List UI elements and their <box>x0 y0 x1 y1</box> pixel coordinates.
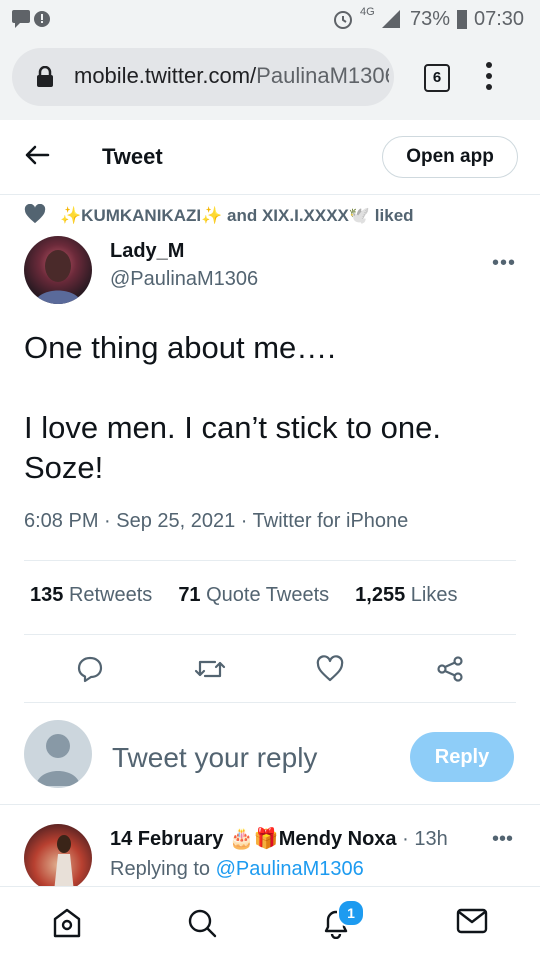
liker-1[interactable]: ✨KUMKANIKAZI✨ <box>60 206 222 225</box>
divider <box>0 804 540 805</box>
back-arrow-icon[interactable] <box>24 144 50 171</box>
search-icon[interactable] <box>186 907 218 944</box>
retweet-icon[interactable] <box>194 655 226 688</box>
reply-time: · 13h <box>402 828 448 850</box>
liked-label: liked <box>374 205 414 225</box>
url-path: PaulinaM1306 <box>256 63 389 88</box>
divider <box>24 560 516 561</box>
status-bar: 4G 73% 07:30 <box>0 0 540 38</box>
tweet-header: Tweet Open app <box>0 120 540 195</box>
more-options-icon[interactable]: ••• <box>492 252 516 275</box>
messages-icon[interactable] <box>456 907 488 940</box>
quotes-stat[interactable]: 71 Quote Tweets <box>178 584 329 606</box>
battery-percent: 73% <box>410 8 451 30</box>
replying-to: Replying to @PaulinaM1306 <box>110 858 364 881</box>
reply-author[interactable]: 14 February 🎂🎁Mendy Noxa · 13h <box>110 826 448 851</box>
lock-icon <box>36 65 54 93</box>
liked-and: and <box>227 205 258 225</box>
reply-input[interactable]: Tweet your reply <box>112 742 317 774</box>
browser-menu-icon[interactable] <box>486 62 494 95</box>
heart-icon <box>24 203 46 229</box>
url-host: mobile.twitter.com/ <box>74 63 257 88</box>
tweet-timestamp[interactable]: 6:08 PM · Sep 25, 2021 · Twitter for iPh… <box>24 510 408 533</box>
social-context: ✨KUMKANIKAZI✨ and XIX.I.XXXX🕊️ liked <box>24 203 414 230</box>
replying-handle[interactable]: @PaulinaM1306 <box>216 858 364 880</box>
tab-switcher-button[interactable]: 6 <box>424 64 450 92</box>
author-handle[interactable]: @PaulinaM1306 <box>110 268 258 291</box>
tweet-text-line-2: I love men. I can’t stick to one. Soze! <box>24 410 441 485</box>
reply-author-avatar[interactable] <box>24 824 92 892</box>
share-icon[interactable] <box>436 655 464 688</box>
signal-icon <box>380 8 402 36</box>
author-name[interactable]: Lady_M <box>110 240 184 263</box>
like-icon[interactable] <box>316 655 344 688</box>
bottom-navigation: 1 <box>0 886 540 961</box>
battery-icon <box>456 8 468 36</box>
reply-button[interactable]: Reply <box>410 732 514 782</box>
divider <box>24 634 516 635</box>
url-text: mobile.twitter.com/PaulinaM1306 <box>74 63 389 89</box>
reply-icon[interactable] <box>76 655 104 688</box>
alarm-icon <box>332 8 354 36</box>
reply-more-icon[interactable]: ••• <box>492 828 513 851</box>
avatar[interactable] <box>24 236 92 304</box>
user-avatar-placeholder <box>24 720 92 788</box>
network-type: 4G <box>360 6 375 18</box>
liker-2[interactable]: XIX.I.XXXX🕊️ <box>262 206 370 225</box>
tweet-text-line-1: One thing about me…. <box>24 330 336 365</box>
replying-prefix: Replying to <box>110 858 211 880</box>
address-bar[interactable]: mobile.twitter.com/PaulinaM1306 <box>12 48 394 106</box>
message-icon <box>10 8 56 36</box>
tweet-stats: 135 Retweets 71 Quote Tweets 1,255 Likes <box>30 584 458 607</box>
notification-badge: 1 <box>337 899 365 927</box>
clock: 07:30 <box>474 8 525 30</box>
page-title: Tweet <box>102 144 163 169</box>
open-app-button[interactable]: Open app <box>382 136 518 178</box>
retweets-stat[interactable]: 135 Retweets <box>30 584 152 606</box>
home-icon[interactable] <box>52 907 82 944</box>
browser-toolbar: mobile.twitter.com/PaulinaM1306 6 <box>0 38 540 120</box>
reply-author-name[interactable]: 14 February 🎂🎁Mendy Noxa <box>110 828 397 850</box>
likes-stat[interactable]: 1,255 Likes <box>355 584 457 606</box>
divider <box>24 702 516 703</box>
